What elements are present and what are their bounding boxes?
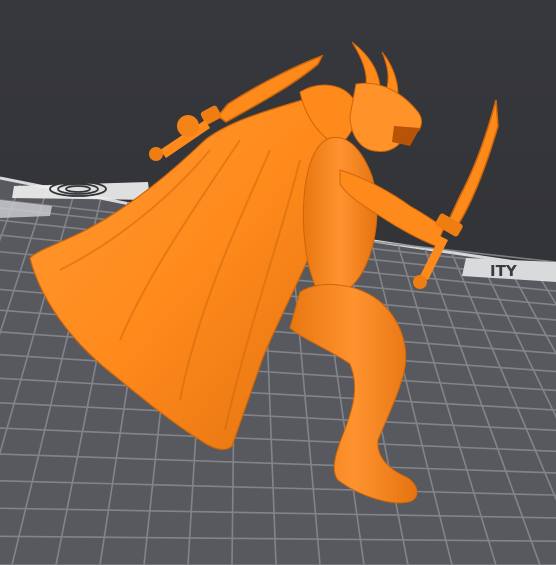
head — [349, 41, 422, 153]
3d-viewport[interactable]: ITY — [0, 0, 556, 565]
viewport-canvas[interactable]: ITY — [0, 0, 556, 565]
bed-label-right: ITY — [490, 262, 518, 280]
